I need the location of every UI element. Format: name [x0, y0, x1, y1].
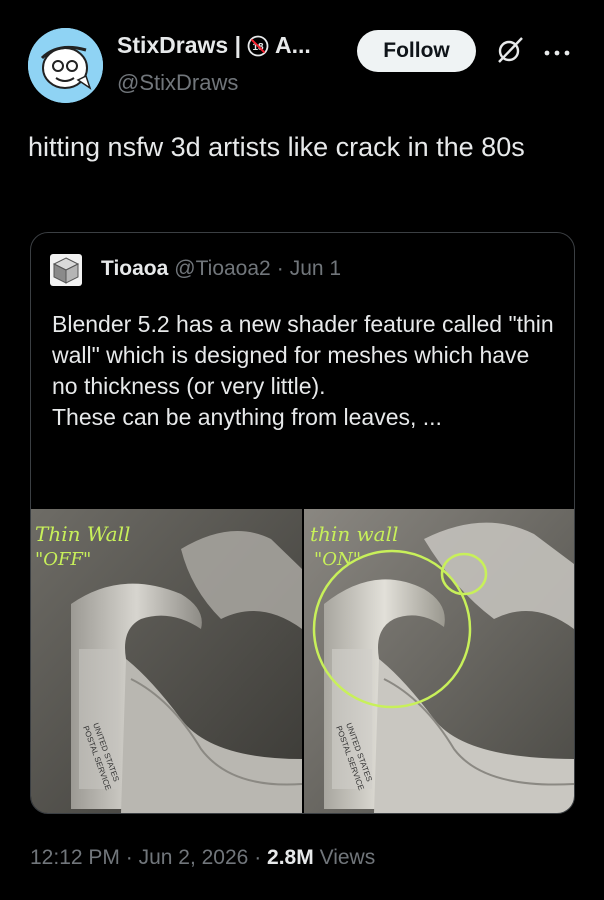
quoted-date[interactable]: Jun 1: [290, 257, 341, 281]
annotation-thin-wall-on-line1: thin wall: [310, 522, 398, 546]
follow-button[interactable]: Follow: [357, 30, 476, 72]
author-avatar[interactable]: [28, 28, 103, 103]
quoted-text-paragraph: Blender 5.2 has a new shader feature cal…: [52, 311, 554, 399]
media-image-thin-wall-off[interactable]: UNITED STATES POSTAL SERVICE Thin Wall "…: [31, 509, 302, 813]
annotation-thin-wall-off-line1: Thin Wall: [35, 522, 130, 546]
views-label: Views: [319, 846, 376, 869]
author-name-row[interactable]: StixDraws | 18 A...: [117, 32, 311, 59]
tweet-time[interactable]: 12:12 PM: [30, 846, 120, 869]
tweet-date[interactable]: Jun 2, 2026: [139, 846, 249, 869]
quoted-separator: ·: [276, 257, 284, 280]
quoted-media[interactable]: UNITED STATES POSTAL SERVICE Thin Wall "…: [31, 509, 574, 813]
author-display-name-suffix[interactable]: A...: [275, 32, 311, 59]
quoted-author-name[interactable]: Tioaoa: [101, 257, 168, 281]
quoted-text: Blender 5.2 has a new shader feature cal…: [52, 309, 557, 433]
tweet-text: hitting nsfw 3d artists like crack in th…: [28, 132, 525, 162]
grok-icon[interactable]: [495, 35, 525, 65]
views-count[interactable]: 2.8M: [267, 846, 314, 869]
quoted-author-avatar[interactable]: [50, 254, 82, 286]
quoted-tweet[interactable]: Tioaoa @Tioaoa2 · Jun 1 Blender 5.2 has …: [30, 232, 575, 814]
quoted-text-paragraph: These can be anything from leaves, ...: [52, 404, 442, 430]
media-image-thin-wall-on[interactable]: UNITED STATES POSTAL SERVICE thin wall "…: [304, 509, 574, 813]
meta-separator: ·: [254, 846, 262, 869]
annotation-thin-wall-on-line2: "ON": [314, 549, 361, 570]
cube-avatar-icon: [50, 254, 82, 286]
doodle-face-avatar-icon: [28, 28, 103, 103]
meta-separator: ·: [125, 846, 133, 869]
author-handle[interactable]: @StixDraws: [117, 70, 238, 96]
quoted-header[interactable]: Tioaoa @Tioaoa2 · Jun 1: [101, 257, 341, 281]
annotation-thin-wall-off-line2: "OFF": [35, 549, 91, 570]
quoted-author-handle[interactable]: @Tioaoa2: [174, 257, 270, 281]
more-options-icon[interactable]: [542, 45, 572, 56]
author-display-name[interactable]: StixDraws |: [117, 32, 241, 59]
tweet-meta: 12:12 PM · Jun 2, 2026 · 2.8M Views: [30, 846, 375, 870]
age-18-badge-icon: 18: [247, 35, 269, 57]
